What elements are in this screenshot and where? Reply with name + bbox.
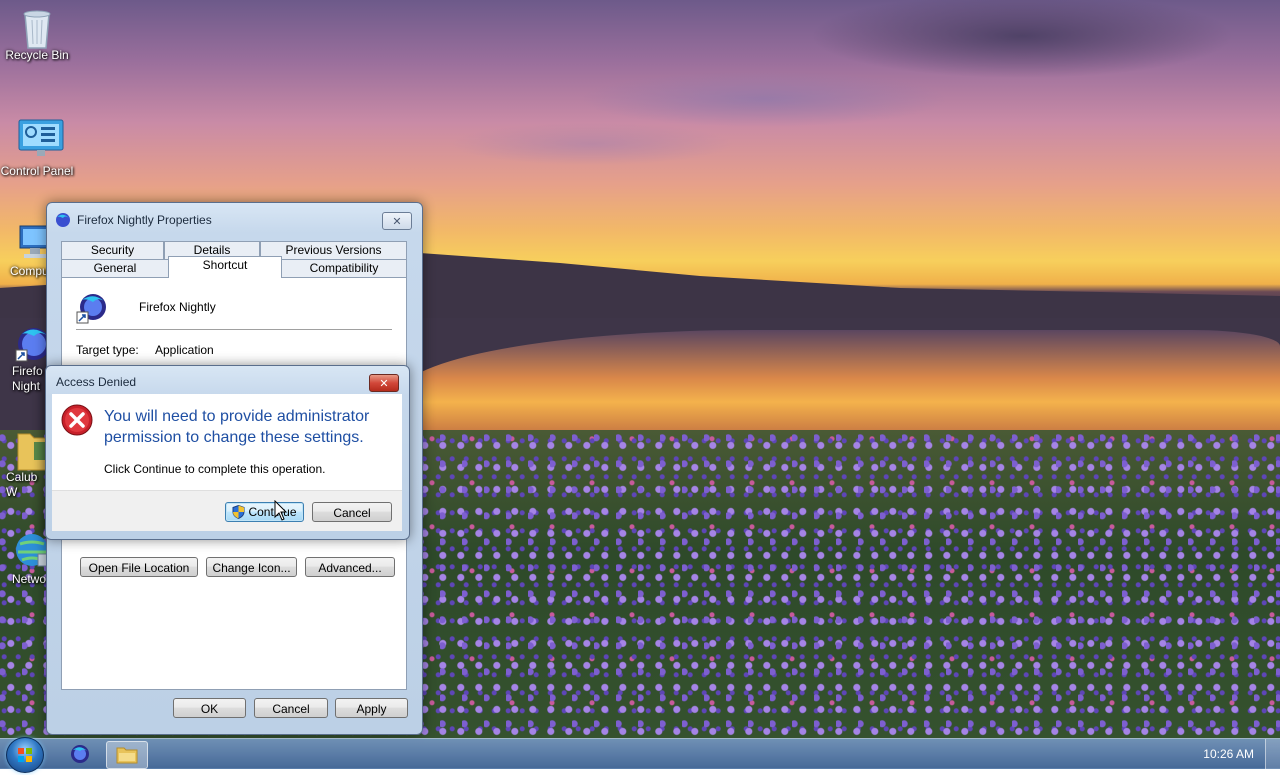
access-denied-dialog: Access Denied ✕ You will need to provide… [45,365,410,540]
mouse-cursor-icon [274,500,288,521]
cancel-button[interactable]: Cancel [254,698,328,718]
divider [76,329,392,330]
taskbar-firefox-nightly[interactable] [60,741,100,767]
desktop-icon-label: Compu [10,264,49,278]
tab-compatibility[interactable]: Compatibility [281,259,407,277]
dialog-title: Access Denied [56,375,137,389]
tab-shortcut[interactable]: Shortcut [168,256,282,278]
desktop-icon-folder[interactable]: Calub W [0,428,51,500]
tab-label: Details [193,243,231,257]
app-name: Firefox Nightly [139,300,216,314]
desktop-icon-label: Calub W [6,470,38,499]
tab-security[interactable]: Security [61,241,164,259]
ok-button[interactable]: OK [173,698,246,718]
firefox-nightly-icon [76,294,106,324]
wallpaper-clouds [420,0,1280,180]
continue-label: Continue [248,505,297,519]
dialog-cancel-button[interactable]: Cancel [312,502,392,522]
taskbar-explorer[interactable] [106,741,148,769]
desktop-icon-label: Control Panel [0,164,74,178]
target-type-label: Target type: [76,343,139,357]
uac-shield-icon [232,505,245,519]
close-icon: ✕ [392,214,402,228]
open-file-location-button[interactable]: Open File Location [80,557,198,577]
dialog-instruction: Click Continue to complete this operatio… [104,462,326,476]
taskbar-clock[interactable]: 10:26 AM [1203,739,1254,769]
close-icon: ✕ [379,376,389,390]
tab-label: Compatibility [309,261,379,275]
tab-label: Previous Versions [285,243,382,257]
continue-button[interactable]: Continue [225,502,304,522]
desktop-icon-recycle-bin[interactable]: Recycle Bin [0,6,74,63]
tab-label: Security [90,243,135,257]
dialog-close-button[interactable]: ✕ [369,374,399,392]
dialog-message: You will need to provide administrator p… [104,408,370,446]
error-icon [61,404,93,436]
taskbar: 10:26 AM [0,737,1280,773]
tab-previous-versions[interactable]: Previous Versions [260,241,407,259]
advanced-button[interactable]: Advanced... [305,557,395,577]
recycle-bin-icon [17,6,57,49]
firefox-nightly-icon [56,213,70,227]
apply-button[interactable]: Apply [335,698,408,718]
change-icon-button[interactable]: Change Icon... [206,557,297,577]
desktop-icon-label: Recycle Bin [5,48,69,62]
dialog-titlebar[interactable]: Access Denied [56,373,136,391]
control-panel-icon [17,118,64,158]
tab-label: General [93,261,137,275]
desktop-icon-control-panel[interactable]: Control Panel [0,118,74,179]
window-title: Firefox Nightly Properties [77,213,212,227]
dialog-content: You will need to provide administrator p… [52,394,402,490]
target-type-value: Application [155,343,214,357]
firefox-nightly-icon [71,745,89,763]
windows-logo-icon [18,748,32,762]
desktop-icon-network[interactable]: Netwo [0,530,53,587]
show-desktop-button[interactable] [1265,739,1280,769]
folder-icon [116,747,138,764]
properties-window-titlebar[interactable]: Firefox Nightly Properties [55,211,212,229]
tab-general[interactable]: General [61,259,169,277]
close-button[interactable]: ✕ [382,212,412,230]
tab-label: Shortcut [202,258,248,272]
desktop-icon-computer[interactable]: Compu [0,222,51,279]
